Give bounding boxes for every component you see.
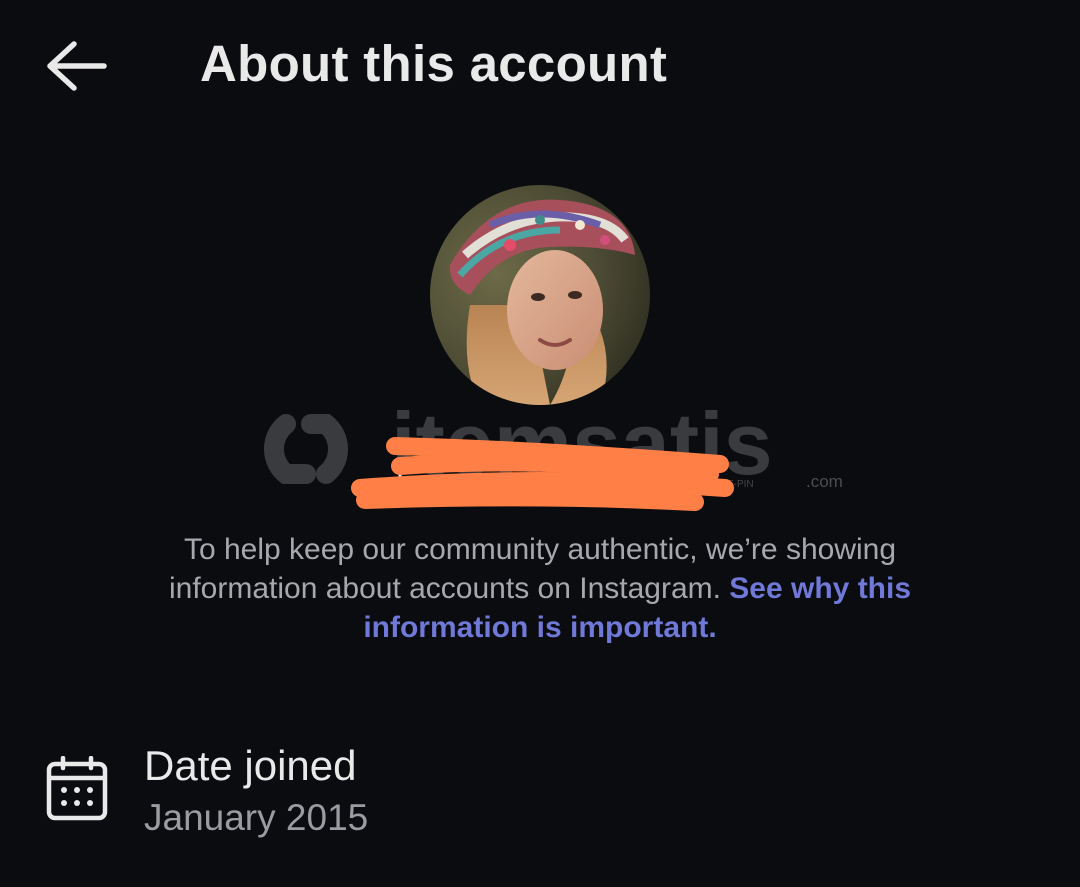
calendar-icon	[46, 756, 108, 821]
arrow-left-icon	[47, 41, 107, 91]
avatar	[430, 185, 650, 405]
watermark-domain: .com	[806, 472, 843, 491]
back-button[interactable]	[40, 36, 112, 96]
date-joined-label: Date joined	[144, 742, 357, 789]
info-text: To help keep our community authentic, we…	[110, 530, 970, 647]
date-joined-value: January 2015	[144, 797, 369, 838]
username-redaction	[351, 437, 734, 511]
about-account-screen: About this account itemsatis HESAP / SKI…	[0, 0, 1080, 887]
page-title: About this account	[200, 35, 668, 92]
